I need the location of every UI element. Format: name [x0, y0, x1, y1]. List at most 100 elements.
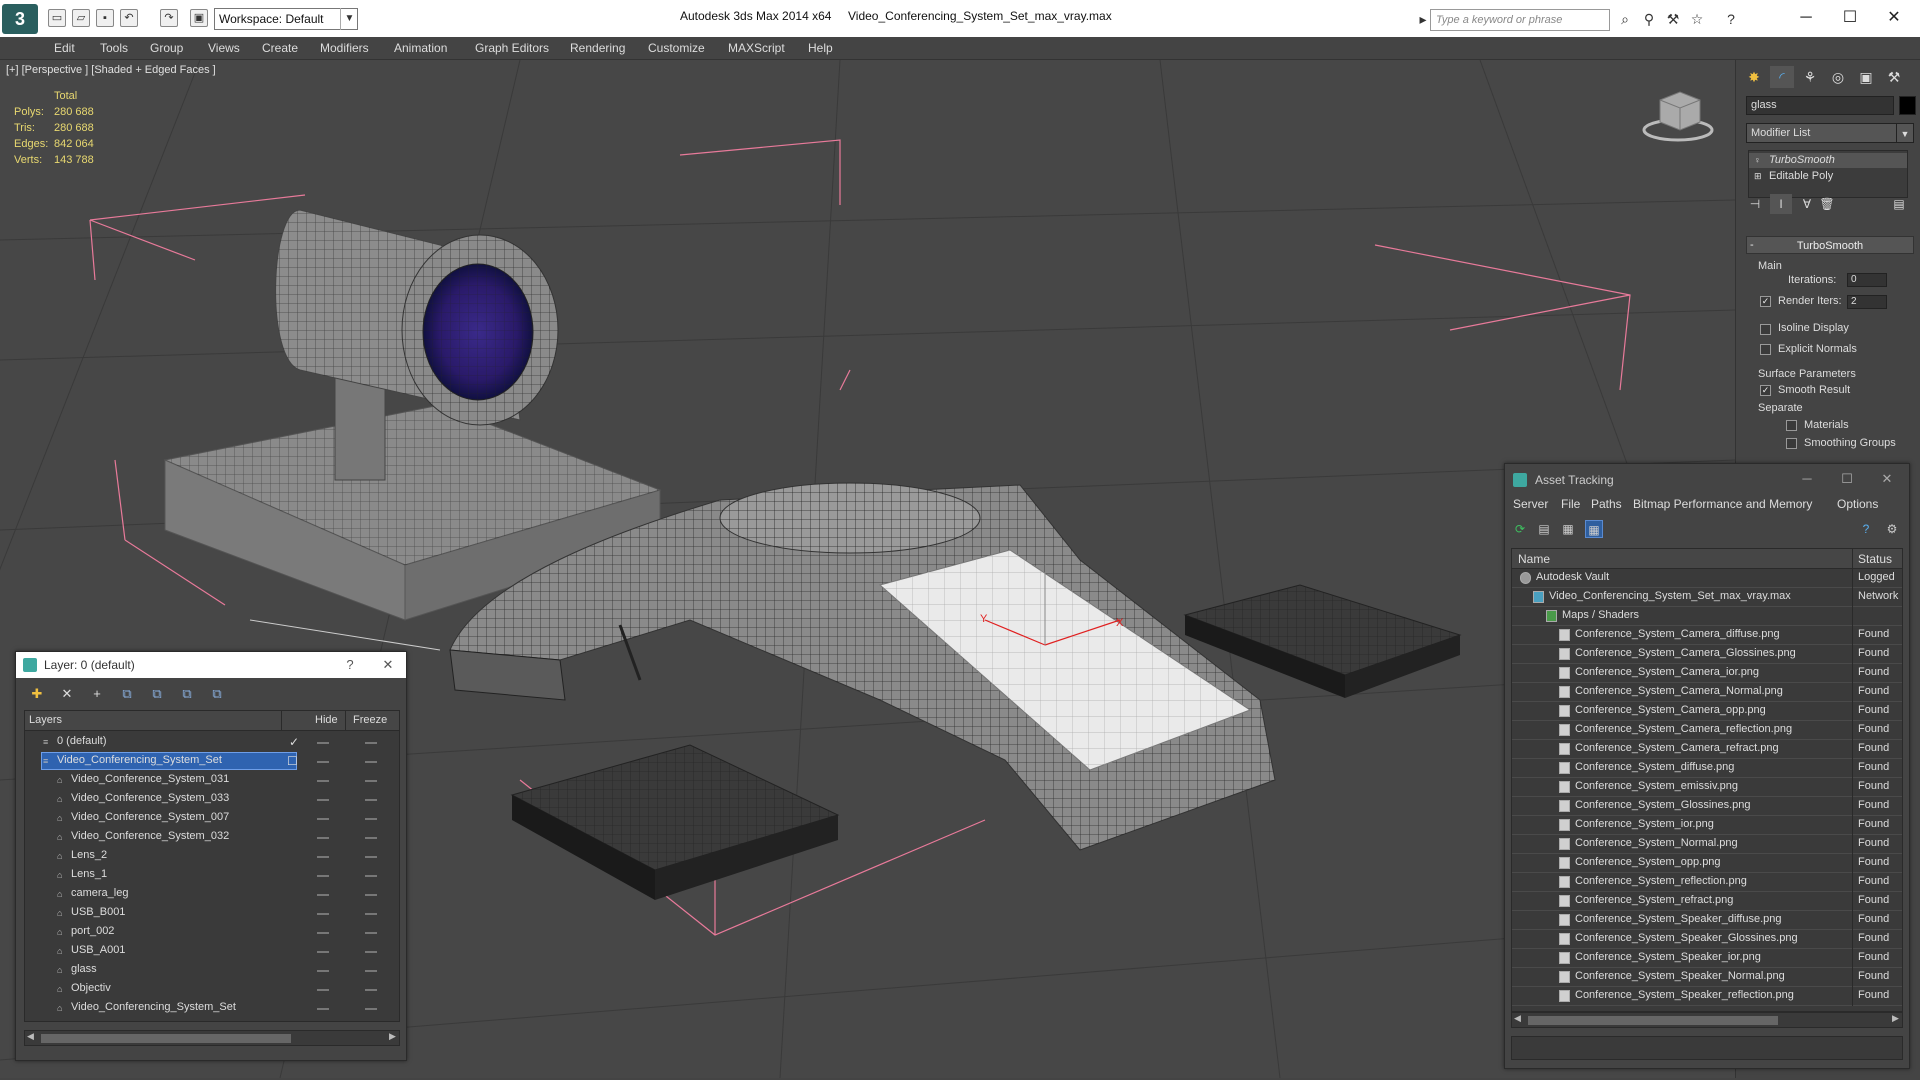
close-icon[interactable]: ✕ — [378, 656, 398, 674]
pin-stack-icon[interactable]: ⊣ — [1744, 194, 1766, 214]
iterations-spinner[interactable]: 0 — [1847, 273, 1887, 287]
layer-row[interactable]: ≡ 0 (default) ✓ — [25, 733, 399, 752]
create-layer-icon[interactable]: ✚ — [26, 684, 48, 704]
table-row[interactable]: Conference_System_diffuse.png Found — [1512, 759, 1902, 778]
hide-toggle[interactable] — [317, 913, 329, 915]
layer-row[interactable]: ⌂ camera_leg — [25, 885, 399, 904]
menu-group[interactable]: Group — [150, 41, 183, 55]
hide-toggle[interactable] — [317, 761, 329, 763]
table-row[interactable]: Conference_System_reflection.png Found — [1512, 873, 1902, 892]
hide-all-icon[interactable]: ⧉ — [176, 684, 198, 704]
show-end-result-icon[interactable]: I — [1770, 194, 1792, 214]
table-row[interactable]: Conference_System_Camera_opp.png Found — [1512, 702, 1902, 721]
layer-row[interactable]: ⌂ USB_A001 — [25, 942, 399, 961]
project-folder-icon[interactable]: ▣ — [190, 9, 208, 27]
hide-toggle[interactable] — [317, 780, 329, 782]
subscription-icon[interactable]: ⚲ — [1640, 10, 1658, 28]
freeze-toggle[interactable] — [365, 761, 377, 763]
horizontal-scrollbar[interactable]: ◀ ▶ — [1511, 1012, 1903, 1028]
binoculars-icon[interactable]: ⌕ — [1616, 10, 1634, 28]
smoothing-groups-checkbox[interactable] — [1786, 438, 1797, 449]
menu-animation[interactable]: Animation — [394, 41, 447, 55]
create-tab-icon[interactable]: ✸ — [1742, 66, 1766, 88]
maximize-icon[interactable]: ☐ — [1830, 4, 1870, 32]
new-file-icon[interactable]: ▭ — [48, 9, 66, 27]
menu-tools[interactable]: Tools — [100, 41, 128, 55]
communication-icon[interactable]: ⚒ — [1664, 10, 1682, 28]
layer-row[interactable]: ⌂ Objectiv — [25, 980, 399, 999]
freeze-all-icon[interactable]: ⧉ — [206, 684, 228, 704]
delete-layer-icon[interactable]: ✕ — [56, 684, 78, 704]
freeze-toggle[interactable] — [365, 875, 377, 877]
lightbulb-icon[interactable]: ♀ — [1754, 155, 1764, 165]
table-row[interactable]: Conference_System_Camera_reflection.png F… — [1512, 721, 1902, 740]
turbosmooth-rollout-header[interactable]: TurboSmooth — [1746, 236, 1914, 254]
object-color-swatch[interactable] — [1899, 96, 1916, 115]
app-logo-icon[interactable]: 3 — [2, 4, 38, 34]
freeze-toggle[interactable] — [365, 837, 377, 839]
column-divider[interactable] — [1852, 549, 1853, 569]
table-row[interactable]: Autodesk Vault Logged — [1512, 569, 1902, 588]
table-row[interactable]: Conference_System_Glossines.png Found — [1512, 797, 1902, 816]
column-header-hide[interactable]: Hide — [315, 714, 338, 726]
menu-help[interactable]: Help — [808, 41, 833, 55]
table-row[interactable]: Conference_System_Camera_diffuse.png Foun… — [1512, 626, 1902, 645]
current-layer-check-icon[interactable]: ✓ — [289, 735, 299, 749]
table-row[interactable]: Maps / Shaders — [1512, 607, 1902, 626]
remove-modifier-icon[interactable]: 🗑 — [1816, 194, 1838, 214]
table-row[interactable]: Conference_System_Camera_Glossines.png Fo… — [1512, 645, 1902, 664]
freeze-toggle[interactable] — [365, 1008, 377, 1010]
asset-menu-paths[interactable]: Paths — [1591, 497, 1622, 511]
set-current-box-icon[interactable]: ☐ — [287, 754, 298, 768]
hide-toggle[interactable] — [317, 1008, 329, 1010]
viewport-label[interactable]: [+] [Perspective ] [Shaded + Edged Faces… — [6, 64, 216, 76]
column-header-name[interactable]: Name — [1518, 552, 1550, 566]
freeze-toggle[interactable] — [365, 970, 377, 972]
hide-toggle[interactable] — [317, 875, 329, 877]
asset-menu-file[interactable]: File — [1561, 497, 1580, 511]
freeze-toggle[interactable] — [365, 932, 377, 934]
column-header-freeze[interactable]: Freeze — [353, 714, 387, 726]
scrollbar-thumb[interactable] — [41, 1034, 291, 1043]
context-help-icon[interactable]: ⚙ — [1883, 520, 1901, 538]
make-unique-icon[interactable]: ∀ — [1796, 194, 1818, 214]
smooth-result-checkbox[interactable]: ✓ — [1760, 385, 1771, 396]
hide-toggle[interactable] — [317, 818, 329, 820]
close-icon[interactable]: ✕ — [1877, 470, 1897, 488]
list-view-icon[interactable]: ▤ — [1535, 520, 1553, 538]
layer-row[interactable]: ⌂ glass — [25, 961, 399, 980]
table-row[interactable]: Conference_System_Speaker_diffuse.png Fou… — [1512, 911, 1902, 930]
hide-toggle[interactable] — [317, 894, 329, 896]
column-divider[interactable] — [281, 711, 282, 731]
undo-icon[interactable]: ↶ — [120, 9, 138, 27]
layer-row[interactable]: ⌂ Video_Conference_System_033 — [25, 790, 399, 809]
layer-row[interactable]: ⌂ USB_B001 — [25, 904, 399, 923]
modify-tab-icon[interactable]: ◜ — [1770, 66, 1794, 88]
table-row[interactable]: Conference_System_Camera_Normal.png Found — [1512, 683, 1902, 702]
freeze-toggle[interactable] — [365, 989, 377, 991]
grid-view-icon[interactable]: ▦ — [1585, 520, 1603, 538]
chevron-down-icon[interactable]: ▼ — [1896, 123, 1914, 143]
save-file-icon[interactable]: ▪ — [96, 9, 114, 27]
freeze-toggle[interactable] — [365, 780, 377, 782]
freeze-toggle[interactable] — [365, 951, 377, 953]
asset-tracking-titlebar[interactable]: Asset Tracking ─ ☐ ✕ — [1505, 464, 1909, 494]
freeze-toggle[interactable] — [365, 894, 377, 896]
menu-edit[interactable]: Edit — [54, 41, 75, 55]
freeze-toggle[interactable] — [365, 742, 377, 744]
highlight-layer-icon[interactable]: ⧉ — [146, 684, 168, 704]
asset-path-field[interactable] — [1511, 1036, 1903, 1060]
table-row[interactable]: Conference_System_ior.png Found — [1512, 816, 1902, 835]
column-divider[interactable] — [345, 711, 346, 731]
render-iters-spinner[interactable]: 2 — [1847, 295, 1887, 309]
stack-item-turbosmooth[interactable]: ♀ TurboSmooth — [1749, 153, 1907, 168]
column-header-status[interactable]: Status — [1858, 552, 1892, 566]
explicit-normals-checkbox[interactable] — [1760, 344, 1771, 355]
menu-customize[interactable]: Customize — [648, 41, 705, 55]
maximize-icon[interactable]: ☐ — [1837, 470, 1857, 488]
hide-toggle[interactable] — [317, 989, 329, 991]
table-row[interactable]: Conference_System_Normal.png Found — [1512, 835, 1902, 854]
menu-graph-editors[interactable]: Graph Editors — [475, 41, 549, 55]
layer-window-titlebar[interactable]: Layer: 0 (default) ? ✕ — [16, 652, 406, 678]
freeze-toggle[interactable] — [365, 799, 377, 801]
